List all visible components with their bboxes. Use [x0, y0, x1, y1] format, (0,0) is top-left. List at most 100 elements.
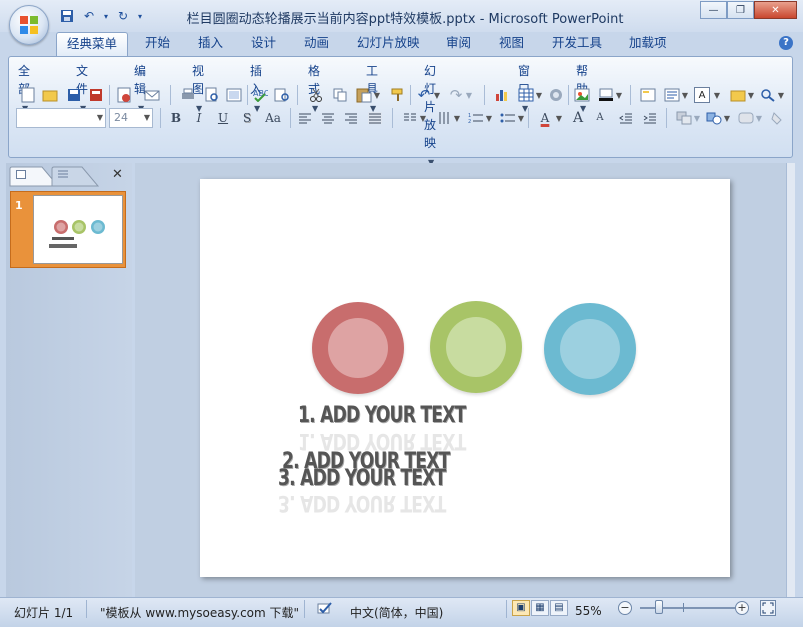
shapes-icon[interactable] — [704, 108, 724, 128]
undo-icon[interactable]: ↶ — [80, 7, 98, 25]
slide-canvas[interactable]: 1. ADD YOUR TEXT 1. ADD YOUR TEXT 2. ADD… — [200, 179, 730, 577]
find-dropdown-icon[interactable]: ▼ — [776, 85, 786, 105]
spell-check-status-icon[interactable] — [316, 600, 334, 616]
normal-view-button[interactable]: ▣ — [512, 600, 530, 616]
arrange-icon[interactable] — [674, 108, 694, 128]
new-document-icon[interactable] — [18, 85, 38, 105]
numbering-dropdown-icon[interactable]: ▼ — [484, 108, 494, 128]
tab-animations[interactable]: 动画 — [294, 32, 339, 56]
undo-icon[interactable]: ↶ — [414, 85, 434, 105]
shadow-button[interactable]: S — [237, 108, 257, 128]
text-box-dropdown-icon[interactable]: ▼ — [712, 85, 722, 105]
save-icon[interactable] — [64, 85, 84, 105]
office-button[interactable] — [9, 5, 49, 45]
save-icon[interactable] — [58, 7, 76, 25]
undo-dropdown-icon[interactable]: ▼ — [432, 85, 442, 105]
paste-icon[interactable] — [354, 85, 374, 105]
insert-chart-icon[interactable] — [492, 85, 512, 105]
redo-icon[interactable]: ↻ — [114, 7, 132, 25]
grow-font-button[interactable]: A — [568, 108, 588, 128]
menu-view[interactable]: 视图▼ — [192, 62, 204, 113]
customize-qat-icon[interactable]: ▾ — [136, 7, 144, 25]
new-slide-icon[interactable] — [638, 85, 658, 105]
format-painter-icon[interactable] — [388, 85, 408, 105]
slide-thumbnail[interactable] — [10, 191, 126, 268]
tab-slideshow[interactable]: 幻灯片放映 — [347, 32, 430, 56]
menu-window[interactable]: 窗口▼ — [518, 62, 530, 113]
language-indicator[interactable]: 中文(简体，中国) — [350, 604, 443, 621]
item-1-text[interactable]: 1. ADD YOUR TEXT — [298, 403, 466, 428]
tab-review[interactable]: 审阅 — [436, 32, 481, 56]
permission-icon[interactable] — [114, 85, 134, 105]
outline-tab-icon[interactable] — [56, 169, 70, 180]
menu-help[interactable]: 帮助▼ — [576, 62, 588, 113]
shape-fill-icon[interactable] — [768, 108, 788, 128]
zoom-level[interactable]: 55% — [575, 604, 602, 618]
table-dropdown-icon[interactable]: ▼ — [534, 85, 544, 105]
menu-format[interactable]: 格式▼ — [308, 62, 320, 113]
restore-button[interactable]: ❐ — [727, 1, 754, 19]
menu-slideshow[interactable]: 幻灯片放映▼ — [424, 62, 436, 167]
bullets-dropdown-icon[interactable]: ▼ — [516, 108, 526, 128]
columns-icon[interactable] — [400, 108, 420, 128]
justify-icon[interactable] — [365, 108, 385, 128]
align-center-icon[interactable] — [318, 108, 338, 128]
slides-tab-icon[interactable] — [16, 170, 26, 179]
text-direction-dropdown-icon[interactable]: ▼ — [452, 108, 462, 128]
menu-edit[interactable]: 编辑▼ — [134, 62, 146, 113]
vertical-scrollbar[interactable] — [786, 163, 795, 597]
menu-insert[interactable]: 插入▼ — [250, 62, 262, 113]
slide-sorter-button[interactable]: ▦ — [531, 600, 549, 616]
zoom-out-button[interactable]: − — [618, 601, 632, 615]
fill-color-dropdown-icon[interactable]: ▼ — [614, 85, 624, 105]
layout-dropdown-icon[interactable]: ▼ — [680, 85, 690, 105]
fit-to-window-icon[interactable] — [760, 600, 776, 616]
tab-developer[interactable]: 开发工具 — [542, 32, 612, 56]
align-right-icon[interactable] — [341, 108, 361, 128]
undo-dropdown-icon[interactable]: ▾ — [102, 7, 110, 25]
zoom-in-button[interactable]: + — [735, 601, 749, 615]
font-size-combo[interactable]: 24 ▼ — [109, 108, 153, 128]
shapes-dropdown-icon[interactable]: ▼ — [722, 108, 732, 128]
quick-styles-dropdown-icon[interactable]: ▼ — [754, 108, 764, 128]
research-icon[interactable] — [272, 85, 292, 105]
open-folder-icon[interactable] — [728, 85, 748, 105]
cut-icon[interactable] — [306, 85, 326, 105]
blue-circle[interactable] — [544, 303, 636, 395]
spelling-icon[interactable]: ABC — [250, 85, 270, 105]
quick-styles-icon[interactable] — [736, 108, 756, 128]
open-folder-icon[interactable] — [40, 85, 60, 105]
item-3-text[interactable]: 3. ADD YOUR TEXT — [278, 466, 446, 491]
print-icon[interactable] — [178, 85, 198, 105]
menu-tools[interactable]: 工具▼ — [366, 62, 378, 113]
italic-button[interactable]: I — [189, 108, 209, 128]
tab-insert[interactable]: 插入 — [188, 32, 233, 56]
menu-all[interactable]: 全部▼ — [18, 62, 30, 113]
shrink-font-button[interactable]: A — [590, 108, 610, 128]
minimize-button[interactable]: — — [700, 1, 727, 19]
increase-indent-icon[interactable] — [640, 108, 660, 128]
text-box-icon[interactable]: A — [694, 87, 710, 103]
bold-button[interactable]: B — [166, 108, 186, 128]
menu-file[interactable]: 文件▼ — [76, 62, 88, 113]
red-circle[interactable] — [312, 302, 404, 394]
font-name-combo[interactable]: ▼ — [16, 108, 106, 128]
numbering-icon[interactable]: 12 — [466, 108, 486, 128]
normal-view-icon[interactable] — [224, 85, 244, 105]
decrease-indent-icon[interactable] — [616, 108, 636, 128]
bullets-icon[interactable] — [498, 108, 518, 128]
tab-addins[interactable]: 加载项 — [619, 32, 677, 56]
insert-picture-icon[interactable] — [572, 85, 592, 105]
slide-layout-icon[interactable] — [662, 85, 682, 105]
fill-color-icon[interactable] — [596, 85, 616, 105]
arrange-dropdown-icon[interactable]: ▼ — [692, 108, 702, 128]
tab-view[interactable]: 视图 — [489, 32, 534, 56]
print-preview-icon[interactable] — [202, 85, 222, 105]
change-case-button[interactable]: Aa — [260, 108, 286, 128]
email-icon[interactable] — [142, 85, 162, 105]
help-icon[interactable]: ? — [779, 36, 793, 50]
close-button[interactable]: ✕ — [754, 1, 797, 19]
tab-design[interactable]: 设计 — [241, 32, 286, 56]
slideshow-button[interactable]: ▤ — [550, 600, 568, 616]
redo-icon[interactable]: ↷ — [446, 85, 466, 105]
